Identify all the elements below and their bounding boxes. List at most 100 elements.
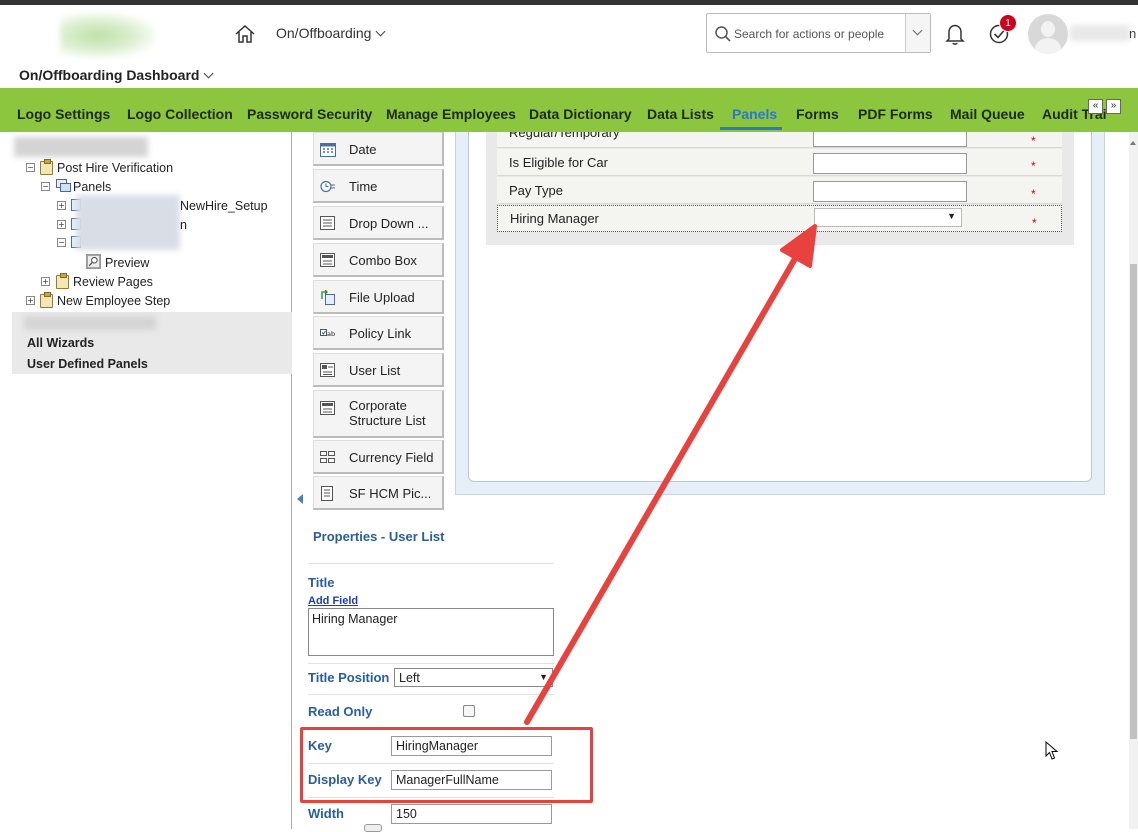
- title-position-select[interactable]: Left ▼: [394, 668, 553, 687]
- nav-item-panels[interactable]: Panels: [732, 106, 777, 122]
- form-row-pay-type[interactable]: Pay Type *: [497, 177, 1062, 204]
- nav-item-pdf-forms[interactable]: PDF Forms: [858, 106, 933, 122]
- nav-item-logo-collection[interactable]: Logo Collection: [127, 106, 233, 122]
- palette-label: Time: [349, 179, 378, 194]
- nav-item-data-lists[interactable]: Data Lists: [647, 106, 714, 122]
- company-logo[interactable]: [60, 13, 155, 58]
- clipboard-icon: [40, 292, 53, 308]
- nav-item-forms[interactable]: Forms: [796, 106, 839, 122]
- palette-policy-link[interactable]: ab Policy Link: [313, 316, 444, 350]
- nav-item-manage-employees[interactable]: Manage Employees: [386, 106, 516, 122]
- tree-item-post-hire-verification[interactable]: Post Hire Verification: [57, 161, 173, 175]
- select-arrow-icon: ▼: [947, 211, 956, 221]
- tree-item-review-pages[interactable]: Review Pages: [73, 275, 153, 289]
- clipboard-icon: [40, 159, 53, 175]
- tree-items-blurred: [76, 195, 180, 250]
- tree-collapse-toggle[interactable]: −: [41, 182, 50, 191]
- avatar-head: [1041, 21, 1055, 37]
- palette-time[interactable]: Time: [313, 169, 444, 203]
- form-row-input: [813, 181, 967, 202]
- divider: [308, 694, 554, 695]
- notification-badge: 1: [999, 14, 1017, 32]
- chevron-down-icon: [376, 26, 386, 37]
- palette-file-upload[interactable]: File Upload: [313, 280, 444, 314]
- palette-user-list[interactable]: User List: [313, 353, 444, 387]
- width-input[interactable]: [391, 804, 552, 824]
- palette-sf-hcm-picker[interactable]: SF HCM Pic...: [313, 476, 444, 510]
- read-only-label: Read Only: [308, 704, 373, 719]
- clipboard-icon: [56, 273, 69, 289]
- tree-root-blurred: [14, 137, 148, 157]
- palette-label: Corporate Structure List: [349, 398, 426, 428]
- nav-item-password-security[interactable]: Password Security: [247, 106, 372, 122]
- dashboard-title[interactable]: On/Offboarding Dashboard: [19, 67, 214, 83]
- annotation-highlight-box: [300, 727, 593, 803]
- form-row-is-eligible-for-car[interactable]: Is Eligible for Car *: [497, 149, 1062, 176]
- palette-label: User List: [349, 363, 401, 378]
- tree-expand-toggle[interactable]: +: [57, 220, 66, 229]
- nav-item-data-dictionary[interactable]: Data Dictionary: [529, 106, 632, 122]
- required-marker: *: [1031, 134, 1036, 148]
- tree-item-newhire-setup[interactable]: NewHire_Setup: [180, 199, 268, 213]
- read-only-checkbox[interactable]: [463, 705, 475, 717]
- corporate-structure-icon: [320, 401, 335, 415]
- home-icon[interactable]: [234, 24, 256, 44]
- search-box[interactable]: [706, 13, 931, 53]
- module-selector[interactable]: On/Offboarding: [276, 25, 386, 41]
- form-row-label: Pay Type: [509, 183, 563, 198]
- palette-currency-field[interactable]: Currency Field: [313, 440, 444, 474]
- search-scope-dropdown[interactable]: [905, 14, 930, 52]
- collapse-left-icon[interactable]: [297, 494, 303, 504]
- search-input[interactable]: [734, 24, 904, 44]
- bell-icon[interactable]: [944, 22, 966, 46]
- tree-item-panels[interactable]: Panels: [73, 180, 111, 194]
- add-field-link[interactable]: Add Field: [308, 595, 358, 607]
- palette-label: File Upload: [349, 290, 415, 305]
- scrollbar-thumb[interactable]: [1130, 264, 1137, 739]
- palette-label: Policy Link: [349, 326, 412, 341]
- tree-item-new-employee-step[interactable]: New Employee Step: [57, 294, 170, 308]
- palette-label: Currency Field: [349, 450, 434, 465]
- form-row-input: [813, 132, 967, 147]
- palette-label: Combo Box: [349, 253, 417, 268]
- tree-expand-toggle[interactable]: +: [26, 296, 35, 305]
- nav-scroll-left-button[interactable]: «: [1088, 99, 1103, 114]
- form-row-input: [813, 153, 967, 174]
- palette-combo-box[interactable]: Combo Box: [313, 243, 444, 277]
- svg-text:ab: ab: [327, 330, 335, 338]
- title-position-label: Title Position: [308, 670, 390, 685]
- title-position-value: Left: [399, 671, 420, 685]
- width-slider-handle[interactable]: [364, 824, 382, 832]
- shell-bar: On/Offboarding 1 n On/Offboarding Dashbo…: [0, 5, 1138, 88]
- tree-collapse-toggle[interactable]: −: [57, 238, 66, 247]
- form-row-label: Is Eligible for Car: [509, 155, 608, 170]
- palette-label: Date: [349, 142, 377, 157]
- sf-hcm-picker-icon: [321, 486, 333, 501]
- preview-magnifier-icon: [86, 254, 101, 269]
- tree-collapse-toggle[interactable]: −: [26, 163, 35, 172]
- scroll-up-icon[interactable]: [1130, 141, 1136, 145]
- avatar-body: [1035, 38, 1061, 54]
- avatar[interactable]: [1028, 14, 1068, 54]
- vertical-scrollbar[interactable]: [1129, 132, 1138, 829]
- palette-corporate-structure-list[interactable]: Corporate Structure List: [313, 390, 444, 438]
- form-row-hiring-manager[interactable]: Hiring Manager ▼ *: [497, 205, 1062, 232]
- nav-item-logo-settings[interactable]: Logo Settings: [17, 106, 110, 122]
- tree-expand-toggle[interactable]: +: [57, 201, 66, 210]
- nav-item-mail-queue[interactable]: Mail Queue: [950, 106, 1025, 122]
- tree-item-second-panel[interactable]: n: [180, 218, 187, 232]
- title-textarea[interactable]: Hiring Manager: [308, 608, 554, 656]
- properties-title: Properties - User List: [313, 529, 445, 544]
- user-defined-panels-link[interactable]: User Defined Panels: [27, 357, 148, 371]
- form-row-regular-temporary[interactable]: Regular/Temporary *: [497, 132, 1062, 148]
- user-name-blurred: [1070, 25, 1130, 41]
- nav-scroll-right-button[interactable]: »: [1106, 99, 1121, 114]
- palette-date[interactable]: Date: [313, 132, 444, 166]
- tree-expand-toggle[interactable]: +: [41, 277, 50, 286]
- all-wizards-link[interactable]: All Wizards: [27, 336, 94, 350]
- palette-drop-down[interactable]: Drop Down ...: [313, 206, 444, 240]
- select-arrow-icon: ▼: [539, 672, 548, 682]
- policy-link-icon: ab: [320, 329, 335, 338]
- file-upload-icon: [321, 290, 335, 305]
- tree-item-preview[interactable]: Preview: [105, 256, 149, 270]
